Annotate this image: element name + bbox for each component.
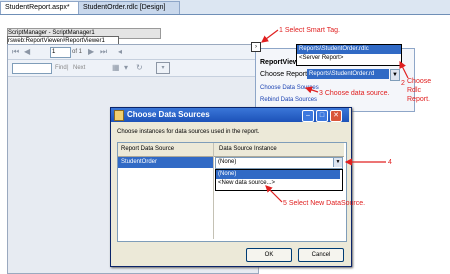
arrow-2: [399, 60, 409, 79]
arrow-5: [265, 185, 283, 203]
annotation-2-number: 2: [401, 80, 405, 87]
arrow-1: [261, 29, 279, 43]
annotation-5: 5 Select New DataSource.: [283, 200, 366, 207]
annotation-2: Choose Rdlc Report.: [407, 78, 432, 103]
annotation-arrows: [261, 29, 409, 203]
annotation-1: 1 Select Smart Tag.: [279, 27, 340, 34]
arrow-3: [304, 86, 319, 94]
annotation-4: 4: [388, 159, 392, 166]
annotation-3: 3 Choose data source.: [319, 90, 390, 97]
